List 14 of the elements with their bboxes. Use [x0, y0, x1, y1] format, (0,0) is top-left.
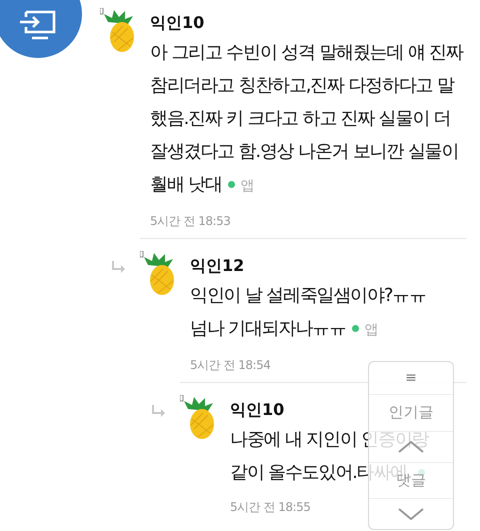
author-name: 익인10 [230, 399, 284, 421]
comment-time: 5시간 전 18:53 [150, 213, 230, 230]
author-name: 익인12 [190, 255, 244, 277]
reply-arrow-icon [152, 405, 166, 417]
comment-text: 익인이 날 설레죽일샘이야?ㅠㅠ넘나 기대되자나ㅠㅠ 앱 [190, 284, 427, 341]
menu-link[interactable]: 인기글 [388, 403, 434, 422]
author-name: 익인10 [150, 12, 204, 34]
chevron-down-icon[interactable] [398, 508, 424, 520]
menu-icon[interactable]: ≡ [405, 370, 417, 386]
comment-time: 5시간 전 18:55 [230, 499, 310, 516]
comment-time: 5시간 전 18:54 [190, 357, 270, 374]
reply-arrow-icon [112, 261, 126, 273]
comment-text: 아 그리고 수빈이 성격 말해줬는데 얘 진짜 참리더라고 칭찬하고,진짜 다정하다고 말했음.진짜 키 크다고 하고 진짜 실물이 더 잘생겼다고 함.영상 나온거 보니깐 실물이 훨배 낫대 앱 [150, 41, 464, 197]
screen-enter-icon [18, 8, 58, 42]
